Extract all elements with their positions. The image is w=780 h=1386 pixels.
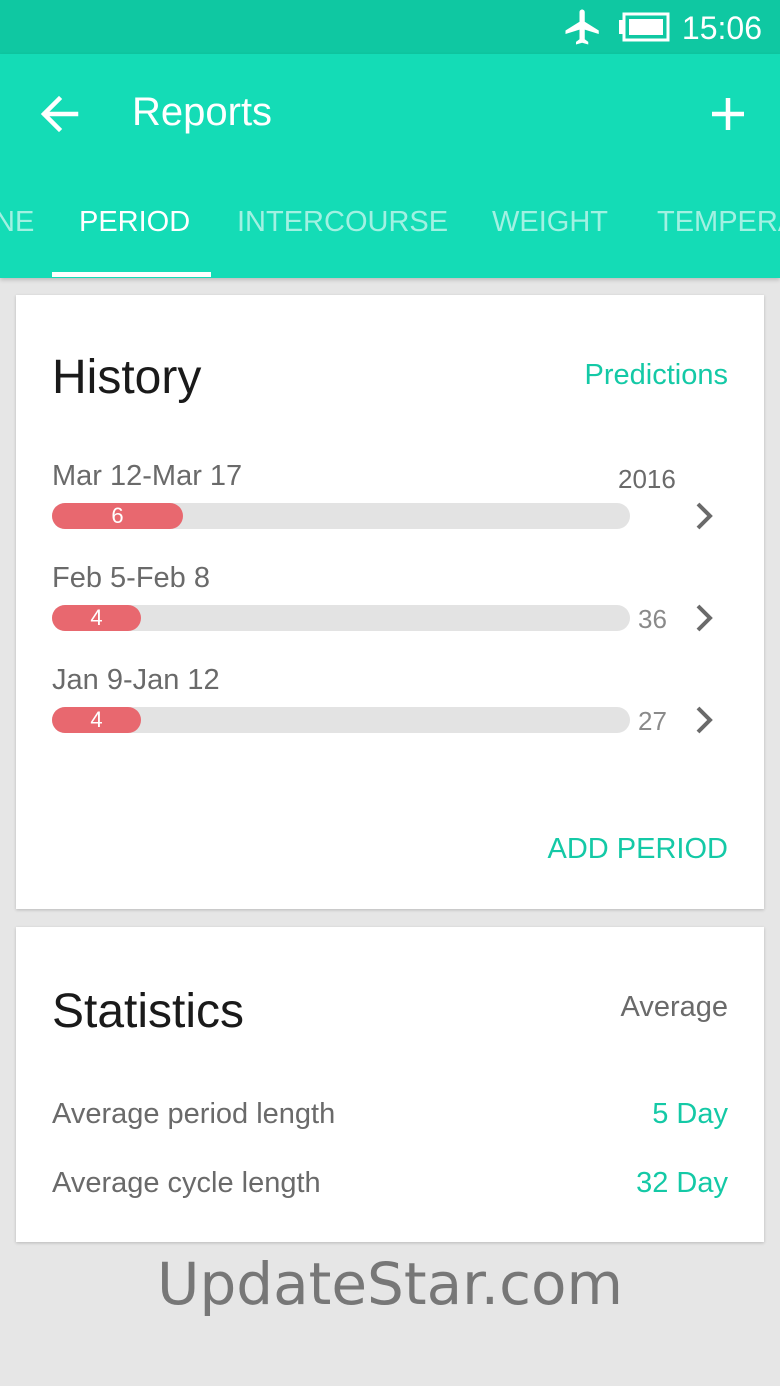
- plus-icon: [712, 98, 744, 130]
- cycle-track: 4: [52, 605, 630, 631]
- page-title: Reports: [132, 90, 273, 134]
- back-arrow-icon: [40, 95, 79, 133]
- status-bar: 15:06: [0, 0, 780, 54]
- tab-intercourse[interactable]: INTERCOURSE: [237, 184, 448, 278]
- tab-timeline[interactable]: NE: [0, 184, 34, 278]
- history-title: History: [52, 351, 202, 404]
- cycle-track: 6: [52, 503, 630, 529]
- tab-temperature[interactable]: TEMPERA: [657, 184, 780, 278]
- history-card: History Predictions Mar 12-Mar 17 2016 6…: [16, 295, 764, 909]
- tab-period[interactable]: PERIOD: [79, 184, 190, 278]
- tab-weight[interactable]: WEIGHT: [492, 184, 608, 278]
- airplane-icon: [565, 9, 599, 45]
- app-bar: Reports NE PERIOD INTERCOURSE WEIGHT TEM…: [0, 54, 780, 278]
- history-row[interactable]: Jan 9-Jan 12 4 27: [16, 664, 764, 760]
- row-date: Feb 5-Feb 8: [52, 562, 210, 594]
- stat-label-period-length: Average period length: [52, 1098, 336, 1130]
- cycle-length: 27: [638, 706, 667, 736]
- row-date: Jan 9-Jan 12: [52, 664, 220, 696]
- add-button[interactable]: [698, 84, 758, 144]
- chevron-right-icon: [696, 604, 713, 632]
- stat-value-period-length: 5 Day: [652, 1098, 728, 1130]
- status-time: 15:06: [681, 10, 762, 46]
- statistics-title: Statistics: [52, 985, 245, 1038]
- row-date: Mar 12-Mar 17: [52, 460, 243, 492]
- chevron-right-icon: [696, 706, 713, 734]
- add-period-button[interactable]: ADD PERIOD: [548, 833, 728, 866]
- tab-indicator: [52, 272, 211, 277]
- history-row[interactable]: Mar 12-Mar 17 2016 6: [16, 460, 764, 556]
- period-length-bar: 4: [52, 605, 141, 631]
- stat-label-cycle-length: Average cycle length: [52, 1167, 321, 1199]
- watermark: UpdateStar.com: [157, 1250, 623, 1318]
- stat-value-cycle-length: 32 Day: [636, 1167, 728, 1199]
- history-row[interactable]: Feb 5-Feb 8 4 36: [16, 562, 764, 658]
- tab-bar: NE PERIOD INTERCOURSE WEIGHT TEMPERA: [0, 184, 780, 278]
- period-length-bar: 6: [52, 503, 183, 529]
- cycle-track: 4: [52, 707, 630, 733]
- cycle-length: 36: [638, 604, 667, 634]
- battery-icon: [619, 12, 670, 42]
- statistics-mode-label[interactable]: Average: [621, 991, 729, 1024]
- period-length-bar: 4: [52, 707, 141, 733]
- back-button[interactable]: [30, 84, 90, 144]
- chevron-right-icon: [696, 502, 713, 530]
- predictions-link[interactable]: Predictions: [585, 359, 728, 392]
- statistics-card: Statistics Average Average period length…: [16, 927, 764, 1242]
- row-year: 2016: [618, 464, 676, 494]
